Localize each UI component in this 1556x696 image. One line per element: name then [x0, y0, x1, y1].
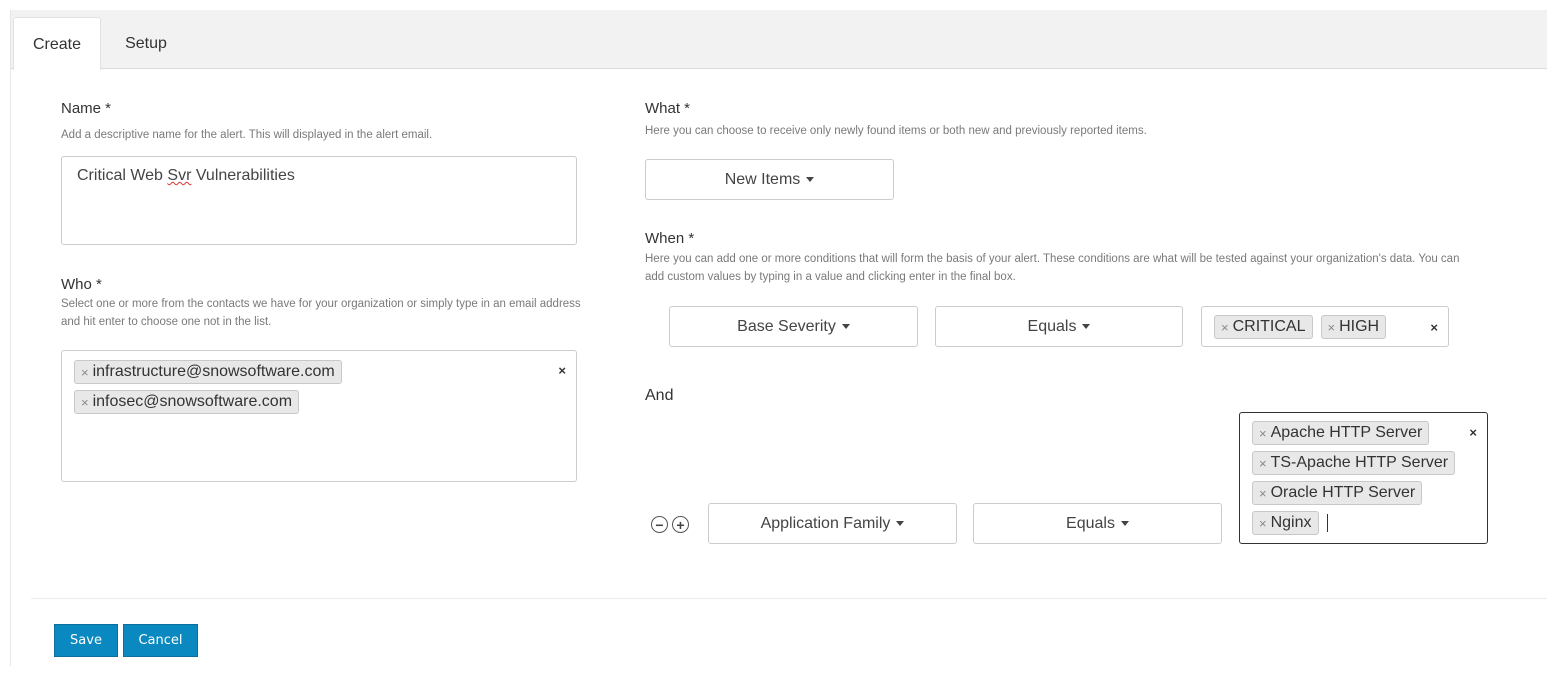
what-dropdown[interactable]: New Items: [645, 159, 894, 200]
chip-remove-icon[interactable]: ×: [1259, 456, 1267, 471]
condition-operator-value: Equals: [1066, 514, 1115, 532]
cancel-button[interactable]: Cancel: [123, 624, 198, 657]
name-help: Add a descriptive name for the alert. Th…: [61, 129, 433, 141]
what-help: Here you can choose to receive only newl…: [645, 125, 1147, 137]
recipient-chip: × infosec@snowsoftware.com: [74, 390, 300, 414]
plus-circle-icon: +: [676, 516, 685, 533]
who-help: Select one or more from the contacts we …: [61, 298, 581, 328]
last-chip-row: × Nginx: [1252, 511, 1328, 535]
clear-all-icon[interactable]: ×: [1430, 320, 1438, 335]
chip-remove-icon[interactable]: ×: [1259, 516, 1267, 531]
condition-1-field-dropdown[interactable]: Base Severity: [669, 306, 918, 347]
who-recipients-input[interactable]: × infrastructure@snowsoftware.com × infose…: [61, 350, 577, 482]
who-label: Who *: [61, 276, 102, 293]
value-chip: × Apache HTTP Server: [1252, 421, 1430, 445]
alert-form-frame: Create Setup Name * Add a descriptive na…: [10, 10, 1547, 666]
condition-1-chip-list: × CRITICAL × HIGH: [1214, 315, 1387, 339]
condition-1-operator-dropdown[interactable]: Equals: [935, 306, 1183, 347]
value-chip: × TS-Apache HTTP Server: [1252, 451, 1456, 475]
chevron-down-icon: [1082, 324, 1091, 329]
clear-all-icon[interactable]: ×: [1469, 425, 1477, 440]
name-value: Critical Web Svr Vulnerabilities: [77, 167, 295, 184]
who-chip-list: × infrastructure@snowsoftware.com × infose…: [74, 360, 342, 414]
condition-field-value: Base Severity: [737, 317, 836, 335]
condition-1-values-input[interactable]: × CRITICAL × HIGH ×: [1201, 306, 1449, 347]
save-button[interactable]: Save: [54, 624, 118, 657]
value-chip: × CRITICAL: [1214, 315, 1313, 339]
condition-field-value: Application Family: [760, 514, 891, 532]
tab-bar: Create Setup: [11, 10, 1547, 70]
value-chip: × HIGH: [1320, 315, 1387, 339]
condition-2-chip-list: × Apache HTTP Server × TS-Apache HTTP Serv…: [1252, 421, 1456, 535]
when-help: Here you can add one or more conditions …: [645, 253, 1460, 283]
chip-remove-icon[interactable]: ×: [81, 365, 89, 380]
chevron-down-icon: [841, 324, 850, 329]
chip-remove-icon[interactable]: ×: [1259, 486, 1267, 501]
minus-circle-icon: −: [655, 516, 664, 533]
chevron-down-icon: [806, 177, 815, 182]
chip-remove-icon[interactable]: ×: [1259, 426, 1267, 441]
value-chip: × Oracle HTTP Server: [1252, 481, 1423, 505]
chip-remove-icon[interactable]: ×: [1221, 320, 1229, 335]
name-label: Name *: [61, 100, 112, 117]
footer-divider: [31, 598, 1547, 599]
condition-operator-value: Equals: [1027, 317, 1077, 335]
value-chip: × Nginx: [1252, 511, 1319, 535]
chevron-down-icon: [896, 521, 905, 526]
what-selected-value: New Items: [724, 170, 801, 188]
tab-create[interactable]: Create: [13, 17, 101, 70]
condition-2-operator-dropdown[interactable]: Equals: [973, 503, 1222, 544]
condition-2-values-input[interactable]: × Apache HTTP Server × TS-Apache HTTP Serv…: [1239, 412, 1488, 544]
recipient-chip: × infrastructure@snowsoftware.com: [74, 360, 342, 384]
clear-all-icon[interactable]: ×: [558, 363, 566, 378]
chip-remove-icon[interactable]: ×: [81, 395, 89, 410]
condition-2-field-dropdown[interactable]: Application Family: [708, 503, 957, 544]
chevron-down-icon: [1120, 521, 1129, 526]
tab-setup[interactable]: Setup: [111, 17, 181, 70]
text-cursor: [1326, 514, 1328, 532]
add-condition-button[interactable]: +: [672, 516, 689, 533]
when-label: When *: [645, 230, 695, 247]
what-label: What *: [645, 100, 691, 117]
remove-condition-button[interactable]: −: [651, 516, 668, 533]
and-joiner: And: [645, 387, 674, 404]
chip-remove-icon[interactable]: ×: [1328, 320, 1336, 335]
name-input[interactable]: Critical Web Svr Vulnerabilities: [61, 156, 577, 245]
